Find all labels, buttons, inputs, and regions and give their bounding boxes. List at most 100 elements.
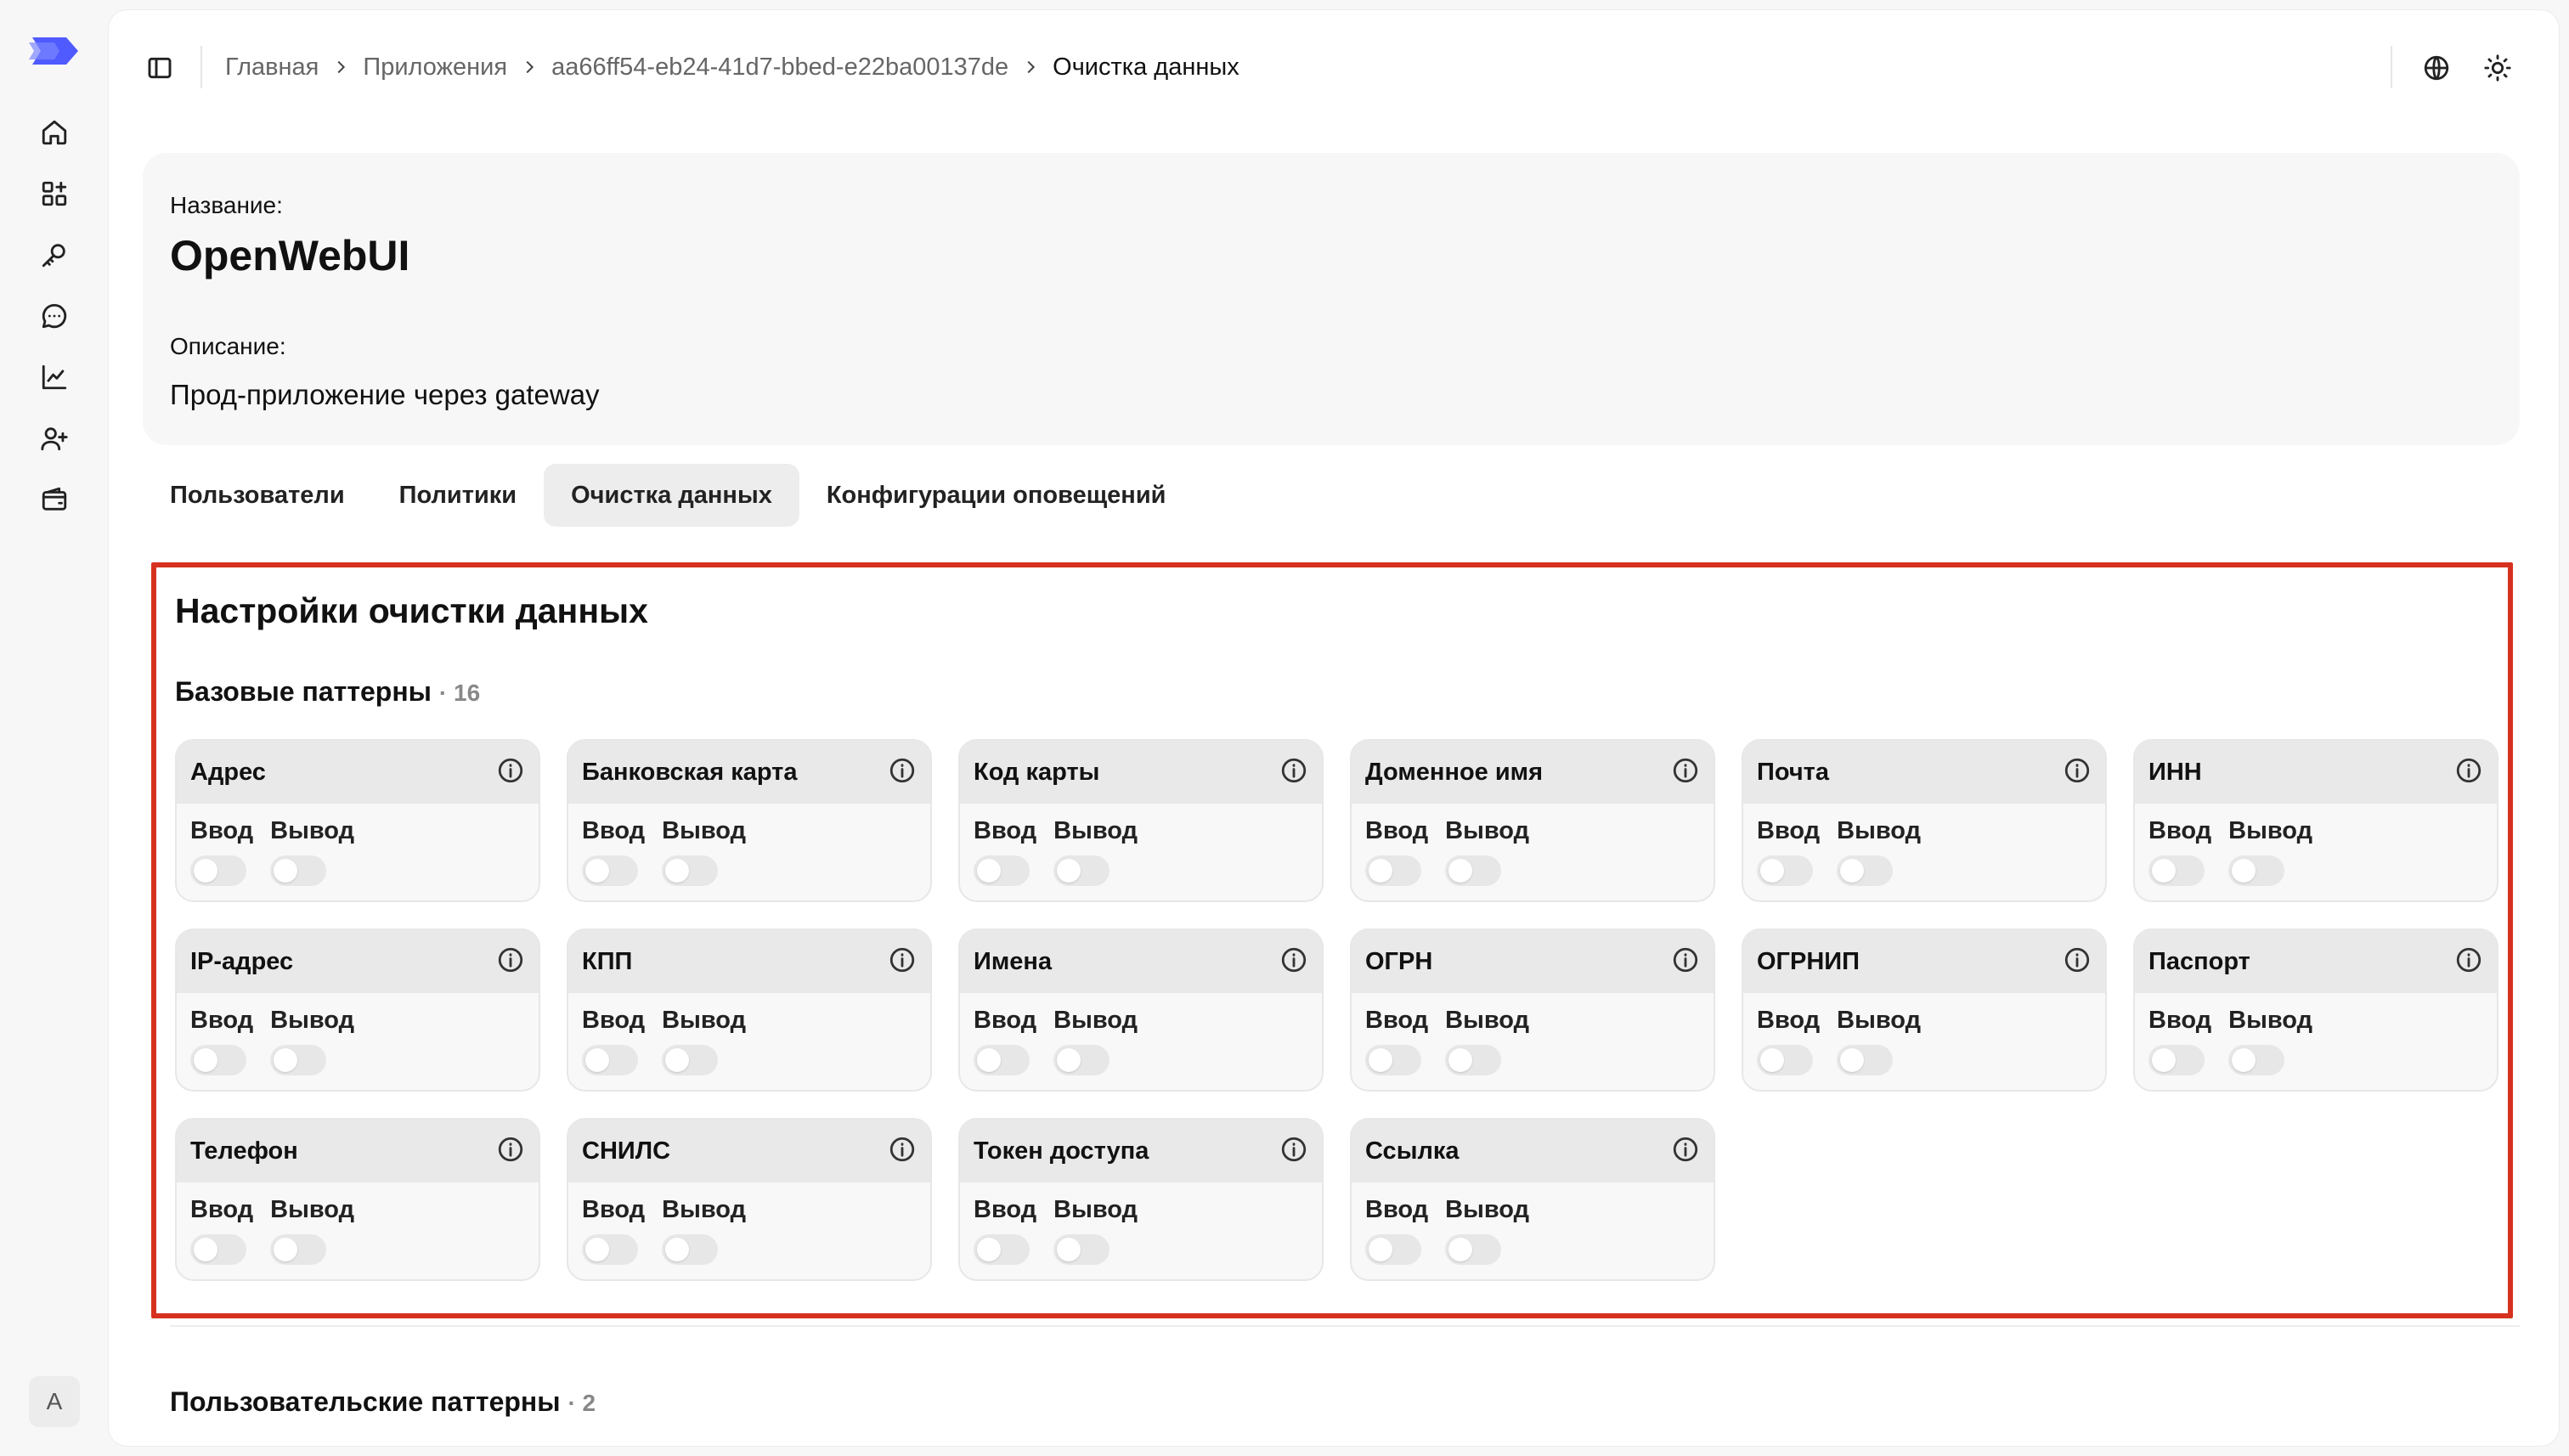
output-column: Вывод [270, 1007, 354, 1075]
output-toggle[interactable] [1445, 1234, 1502, 1265]
breadcrumb: Главная Приложения aa66ff54-eb24-41d7-bb… [225, 48, 1239, 86]
info-icon[interactable] [1671, 945, 1700, 979]
info-icon[interactable] [2063, 756, 2092, 789]
info-icon[interactable] [888, 1135, 917, 1168]
info-icon[interactable] [888, 945, 917, 979]
app-name: OpenWebUI [170, 232, 410, 279]
breadcrumb-apps[interactable]: Приложения [363, 54, 507, 82]
tab-users[interactable]: Пользователи [143, 464, 372, 527]
io-toggles: Ввод Вывод [1757, 1007, 1921, 1075]
pattern-card-header: Ссылка [1352, 1120, 1714, 1182]
input-toggle[interactable] [582, 1234, 638, 1265]
output-toggle[interactable] [1053, 1234, 1110, 1265]
divider [2391, 46, 2392, 88]
sun-icon[interactable] [2479, 49, 2516, 87]
input-toggle[interactable] [190, 855, 246, 886]
output-toggle[interactable] [662, 1234, 719, 1265]
input-toggle[interactable] [1365, 855, 1421, 886]
info-icon[interactable] [1671, 1135, 1700, 1168]
tab-data-sanitization[interactable]: Очистка данных [544, 464, 799, 527]
info-icon[interactable] [888, 756, 917, 789]
chat-icon[interactable] [37, 299, 71, 333]
input-toggle[interactable] [2148, 855, 2205, 886]
output-toggle[interactable] [1053, 1045, 1110, 1075]
output-toggle[interactable] [1837, 855, 1894, 886]
output-column: Вывод [1837, 1007, 1921, 1075]
input-column: Ввод [582, 817, 645, 886]
breadcrumb-home[interactable]: Главная [225, 54, 319, 82]
pattern-name: Почта [1757, 758, 1830, 786]
input-toggle[interactable] [582, 855, 638, 886]
home-icon[interactable] [37, 116, 71, 150]
custom-patterns-label: Пользовательские паттерны [170, 1386, 561, 1417]
output-toggle[interactable] [270, 855, 327, 886]
sidebar-toggle-icon[interactable] [143, 51, 177, 85]
info-icon[interactable] [1279, 1135, 1308, 1168]
info-icon[interactable] [1671, 756, 1700, 789]
input-toggle[interactable] [1365, 1234, 1421, 1265]
input-toggle[interactable] [582, 1045, 638, 1075]
pattern-card-header: Токен доступа [960, 1120, 1322, 1182]
input-toggle[interactable] [974, 855, 1030, 886]
info-icon[interactable] [496, 756, 525, 789]
chart-icon[interactable] [37, 360, 71, 394]
output-label: Вывод [1053, 1196, 1138, 1223]
info-icon[interactable] [1279, 756, 1308, 789]
io-toggles: Ввод Вывод [974, 1196, 1138, 1265]
logo-icon[interactable] [25, 32, 83, 70]
tab-policies[interactable]: Политики [372, 464, 544, 527]
pattern-card: Телефон Ввод Вывод [175, 1118, 540, 1281]
input-toggle[interactable] [190, 1045, 246, 1075]
output-toggle[interactable] [270, 1234, 327, 1265]
output-toggle[interactable] [2228, 855, 2285, 886]
info-icon[interactable] [2454, 756, 2483, 789]
info-icon[interactable] [2063, 945, 2092, 979]
input-column: Ввод [2148, 1007, 2211, 1075]
info-icon[interactable] [2454, 945, 2483, 979]
output-toggle[interactable] [1445, 1045, 1502, 1075]
input-toggle[interactable] [190, 1234, 246, 1265]
info-icon[interactable] [496, 1135, 525, 1168]
output-column: Вывод [2228, 817, 2312, 886]
apps-icon[interactable] [37, 177, 71, 211]
output-toggle[interactable] [1837, 1045, 1894, 1075]
pattern-grid: Адрес Ввод Вывод Банковская карта Ввод В… [175, 739, 2498, 1281]
pattern-card-header: ОГРНИП [1743, 930, 2105, 993]
input-toggle[interactable] [974, 1234, 1030, 1265]
input-label: Ввод [2148, 1007, 2212, 1034]
output-label: Вывод [1445, 817, 1530, 844]
output-toggle[interactable] [1445, 855, 1502, 886]
chevron-right-icon [1008, 58, 1053, 76]
output-toggle[interactable] [1053, 855, 1110, 886]
output-label: Вывод [270, 1007, 355, 1034]
pattern-card: Адрес Ввод Вывод [175, 739, 540, 902]
pattern-card-header: Имена [960, 930, 1322, 993]
input-toggle[interactable] [2148, 1045, 2205, 1075]
output-column: Вывод [270, 1196, 354, 1265]
input-toggle[interactable] [974, 1045, 1030, 1075]
input-label: Ввод [1365, 1196, 1429, 1223]
tab-alert-configs[interactable]: Конфигурации оповещений [799, 464, 1194, 527]
info-icon[interactable] [496, 945, 525, 979]
wallet-icon[interactable] [37, 483, 71, 516]
globe-icon[interactable] [2418, 49, 2455, 87]
output-toggle[interactable] [2228, 1045, 2285, 1075]
key-icon[interactable] [37, 238, 71, 272]
user-add-icon[interactable] [37, 421, 71, 455]
output-label: Вывод [1445, 1007, 1530, 1034]
input-toggle[interactable] [1365, 1045, 1421, 1075]
input-label: Ввод [582, 817, 646, 844]
input-toggle[interactable] [1757, 855, 1813, 886]
avatar[interactable]: A [29, 1376, 80, 1427]
info-icon[interactable] [1279, 945, 1308, 979]
output-toggle[interactable] [662, 1045, 719, 1075]
pattern-card: СНИЛС Ввод Вывод [567, 1118, 932, 1281]
input-toggle[interactable] [1757, 1045, 1813, 1075]
pattern-name: СНИЛС [582, 1137, 671, 1165]
output-toggle[interactable] [270, 1045, 327, 1075]
output-toggle[interactable] [662, 855, 719, 886]
input-column: Ввод [2148, 817, 2211, 886]
pattern-name: ИНН [2148, 758, 2202, 786]
main-panel: Главная Приложения aa66ff54-eb24-41d7-bb… [109, 10, 2559, 1446]
breadcrumb-app-id[interactable]: aa66ff54-eb24-41d7-bbed-e22ba00137de [551, 54, 1008, 82]
